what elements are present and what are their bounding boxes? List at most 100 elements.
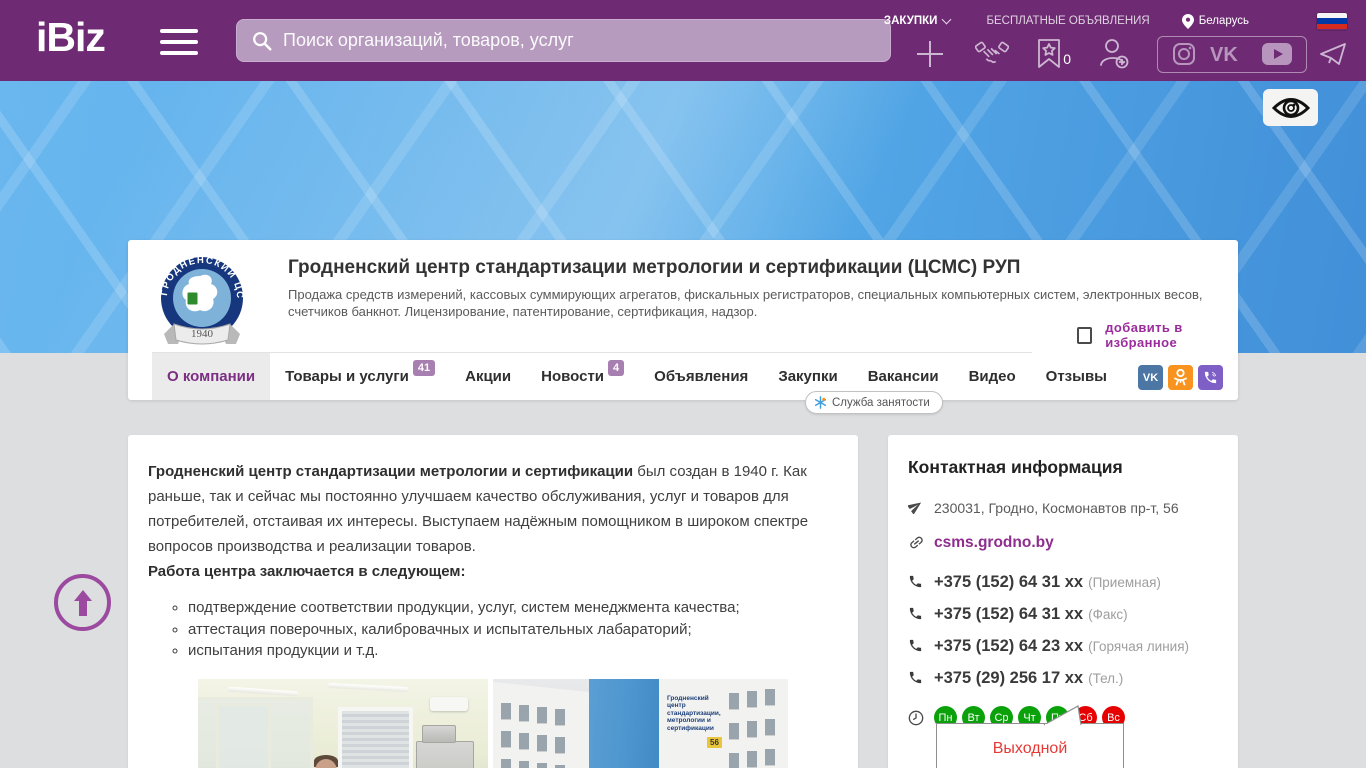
contact-title: Контактная информация	[908, 457, 1218, 478]
building-number-sign: 56	[707, 737, 722, 748]
logo-year-text: 1940	[191, 328, 214, 340]
tab-about[interactable]: О компании	[152, 353, 270, 400]
accessibility-version-button[interactable]	[1263, 89, 1318, 126]
phone-row: +375 (152) 64 23 xx (Горячая линия)	[908, 637, 1218, 658]
header-top-links: ЗАКУПКИ БЕСПЛАТНЫЕ ОБЪЯВЛЕНИЯ Беларусь	[884, 12, 1347, 30]
purchases-menu[interactable]: ЗАКУПКИ	[884, 15, 951, 27]
language-flag-russian[interactable]	[1317, 13, 1347, 30]
tab-news[interactable]: Новости4	[526, 353, 639, 400]
bookmark-star-icon	[1037, 39, 1061, 69]
tab-promotions[interactable]: Акции	[450, 353, 526, 400]
instagram-icon[interactable]	[1172, 42, 1196, 66]
tooltip-pointer	[1042, 704, 1087, 726]
list-item: испытания продукции и т.д.	[188, 640, 838, 662]
tab-reviews[interactable]: Отзывы	[1031, 353, 1122, 400]
news-count-badge: 4	[608, 360, 624, 376]
arrow-up-icon	[70, 588, 96, 618]
navigation-arrow-icon	[908, 499, 923, 514]
about-paragraph: Гродненский центр стандартизации метроло…	[148, 459, 838, 559]
viber-button[interactable]	[1198, 365, 1223, 390]
chevron-down-icon	[942, 15, 952, 25]
phone-number: +375 (152) 64 31 xx	[934, 573, 1083, 591]
phone-label: (Приемная)	[1088, 575, 1161, 590]
phone-icon	[908, 638, 923, 653]
login-register-button[interactable]	[1097, 37, 1131, 71]
plus-icon	[915, 39, 945, 69]
about-lead-bold: Гродненский центр стандартизации метроло…	[148, 463, 633, 480]
tab-video[interactable]: Видео	[954, 353, 1031, 400]
telegram-button[interactable]	[1319, 41, 1347, 67]
phone-row: +375 (152) 64 31 xx (Факс)	[908, 605, 1218, 626]
ok-icon	[1173, 369, 1188, 386]
about-bullet-list: подтверждение соответствии продукции, ус…	[188, 597, 838, 662]
favorite-checkbox[interactable]	[1077, 327, 1092, 344]
partners-button[interactable]	[975, 40, 1009, 68]
company-photos: Гродненский центр стандартизации, метрол…	[148, 679, 838, 768]
link-icon	[908, 534, 925, 551]
viber-icon	[1203, 370, 1218, 385]
company-social-buttons: VK	[1138, 365, 1223, 390]
company-tabs: О компании Товары и услуги41 Акции Новос…	[152, 353, 1122, 400]
favorite-label: добавить в избранное	[1105, 320, 1238, 350]
telegram-icon	[1319, 41, 1347, 67]
phone-row: +375 (29) 256 17 xx (Тел.)	[908, 669, 1218, 690]
svg-text:VK: VK	[1210, 44, 1238, 66]
search-bar	[236, 19, 891, 62]
add-company-button[interactable]	[915, 39, 945, 69]
menu-hamburger-icon[interactable]	[160, 29, 198, 55]
main-header: iBiz ЗАКУПКИ БЕСПЛАТНЫЕ ОБЪЯВЛЕНИЯ Белар…	[0, 0, 1366, 81]
user-add-icon	[1097, 37, 1131, 71]
location-pin-icon	[1182, 14, 1194, 29]
search-icon	[251, 30, 273, 52]
header-social-links: VK	[1157, 36, 1307, 73]
vk-button[interactable]: VK	[1138, 365, 1163, 390]
tab-announcements[interactable]: Объявления	[639, 353, 763, 400]
phone-icon	[908, 670, 923, 685]
list-item: подтверждение соответствии продукции, ус…	[188, 597, 838, 619]
phone-number: +375 (152) 64 31 xx	[934, 605, 1083, 623]
vk-icon[interactable]: VK	[1210, 42, 1248, 66]
scroll-to-top-button[interactable]	[54, 574, 111, 631]
eye-icon	[1271, 95, 1311, 121]
tab-products[interactable]: Товары и услуги41	[270, 353, 450, 400]
about-company-card: Гродненский центр стандартизации метроло…	[128, 435, 858, 768]
products-count-badge: 41	[413, 360, 435, 376]
phone-icon	[908, 606, 923, 621]
list-item: аттестация поверочных, калибровачных и и…	[188, 619, 838, 641]
country-selector[interactable]: Беларусь	[1182, 14, 1249, 29]
clock-icon	[908, 710, 924, 726]
contact-info-card: Контактная информация 230031, Гродно, Ко…	[888, 435, 1238, 768]
company-header-card: ГРОДНЕНСКИЙ ЦСМС 1940 Гродненский центр …	[128, 240, 1238, 400]
building-caption: Гродненский центр стандартизации, метрол…	[667, 695, 719, 733]
day-off-label: Выходной	[993, 740, 1068, 757]
youtube-icon[interactable]	[1262, 43, 1292, 65]
company-description: Продажа средств измерений, кассовых сумм…	[288, 286, 1230, 320]
company-address: 230031, Гродно, Космонавтов пр-т, 56	[934, 498, 1179, 516]
office-interior-photo[interactable]	[198, 679, 488, 768]
phone-label: (Горячая линия)	[1088, 639, 1189, 654]
building-photo[interactable]: Гродненский центр стандартизации, метрол…	[493, 679, 788, 768]
search-input[interactable]	[283, 30, 890, 51]
header-action-icons: 0 VK	[915, 34, 1347, 74]
add-to-favorites[interactable]: добавить в избранное	[1077, 320, 1238, 350]
about-subheading: Работа центра заключается в следующем:	[148, 559, 838, 584]
phone-icon	[908, 574, 923, 589]
address-row: 230031, Гродно, Космонавтов пр-т, 56	[908, 498, 1218, 519]
site-logo[interactable]: iBiz	[36, 14, 105, 61]
website-row: csms.grodno.by	[908, 533, 1218, 556]
company-website-link[interactable]: csms.grodno.by	[934, 533, 1054, 552]
company-logo: ГРОДНЕНСКИЙ ЦСМС 1940	[150, 252, 254, 356]
free-ads-link[interactable]: БЕСПЛАТНЫЕ ОБЪЯВЛЕНИЯ	[986, 15, 1149, 27]
company-name: Гродненский центр стандартизации метроло…	[288, 257, 1020, 279]
phone-number: +375 (152) 64 23 xx	[934, 637, 1083, 655]
day-off-tooltip: Выходной	[936, 723, 1124, 768]
odnoklassniki-button[interactable]	[1168, 365, 1193, 390]
favorites-count: 0	[1063, 51, 1071, 67]
favorites-button[interactable]: 0	[1037, 39, 1071, 69]
phone-label: (Тел.)	[1088, 671, 1123, 686]
phone-number: +375 (29) 256 17 xx	[934, 669, 1083, 687]
phone-label: (Факс)	[1088, 607, 1128, 622]
phone-row: +375 (152) 64 31 xx (Приемная)	[908, 573, 1218, 594]
employment-service-icon	[814, 396, 827, 409]
employment-service-tooltip: Служба занятости	[805, 391, 943, 414]
